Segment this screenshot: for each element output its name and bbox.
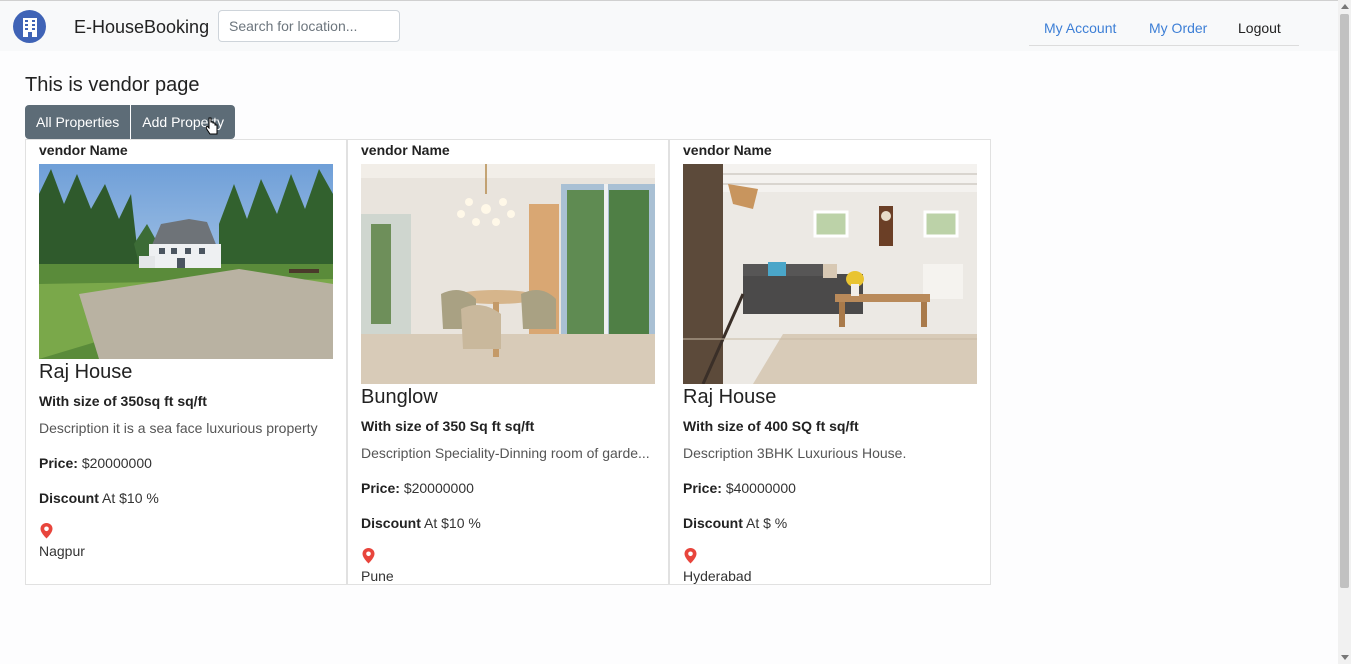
discount-value: At $10 % (424, 515, 481, 531)
property-city: Pune (361, 568, 394, 584)
property-card: vendor Name Bunglow With size of 350 Sq … (347, 139, 669, 585)
property-photo (39, 164, 333, 359)
scroll-down-arrow-icon[interactable] (1341, 655, 1349, 660)
search-input[interactable] (218, 10, 400, 42)
property-discount: Discount At $ % (683, 515, 787, 531)
page-scrollbar[interactable] (1338, 0, 1351, 664)
price-label: Price: (39, 455, 78, 471)
property-city: Hyderabad (683, 568, 752, 584)
discount-label: Discount (683, 515, 743, 531)
price-label: Price: (361, 480, 400, 496)
nav-my-order[interactable]: My Order (1149, 20, 1207, 36)
brand-name[interactable]: E-HouseBooking (74, 17, 209, 38)
location-pin-icon (684, 548, 697, 564)
location-pin-icon (40, 523, 53, 539)
all-properties-button[interactable]: All Properties (25, 105, 131, 139)
discount-value: At $10 % (102, 490, 159, 506)
property-card: vendor Name Raj House With size of 400 S… (669, 139, 991, 585)
price-label: Price: (683, 480, 722, 496)
property-title: Raj House (683, 386, 777, 408)
add-property-button[interactable]: Add Property (131, 105, 235, 139)
property-price: Price: $40000000 (683, 480, 796, 496)
navbar: E-HouseBooking My Account My Order Logou… (0, 0, 1338, 51)
price-value: $20000000 (403, 480, 474, 496)
property-price: Price: $20000000 (361, 480, 474, 496)
scrollbar-thumb[interactable] (1340, 14, 1349, 588)
price-value: $40000000 (725, 480, 796, 496)
discount-label: Discount (39, 490, 99, 506)
property-title: Bunglow (361, 386, 438, 408)
vendor-name: vendor Name (361, 142, 450, 158)
property-size: With size of 350sq ft sq/ft (39, 393, 207, 409)
property-price: Price: $20000000 (39, 455, 152, 471)
price-value: $20000000 (81, 455, 152, 471)
property-title: Raj House (39, 361, 133, 383)
property-city: Nagpur (39, 543, 85, 559)
nav-my-account[interactable]: My Account (1044, 20, 1116, 36)
property-size: With size of 400 SQ ft sq/ft (683, 418, 859, 434)
property-size: With size of 350 Sq ft sq/ft (361, 418, 535, 434)
property-description: Description it is a sea face luxurious p… (39, 420, 318, 436)
discount-label: Discount (361, 515, 421, 531)
property-description: Description Speciality-Dinning room of g… (361, 445, 650, 461)
property-card: vendor Name Raj House With size of 350sq… (25, 139, 347, 585)
scroll-up-arrow-icon[interactable] (1341, 4, 1349, 9)
property-discount: Discount At $10 % (39, 490, 159, 506)
page-title: This is vendor page (25, 74, 200, 96)
discount-value: At $ % (746, 515, 788, 531)
property-photo (361, 164, 655, 384)
property-description: Description 3BHK Luxurious House. (683, 445, 907, 461)
hand-cursor-icon (206, 117, 218, 135)
vendor-name: vendor Name (683, 142, 772, 158)
vendor-button-group: All Properties Add Property (25, 105, 235, 139)
property-photo (683, 164, 977, 384)
property-discount: Discount At $10 % (361, 515, 481, 531)
vendor-name: vendor Name (39, 142, 128, 158)
nav-logout[interactable]: Logout (1238, 20, 1281, 36)
nav-links: My Account My Order Logout (1029, 9, 1299, 46)
location-pin-icon (362, 548, 375, 564)
building-logo-icon[interactable] (13, 10, 46, 43)
